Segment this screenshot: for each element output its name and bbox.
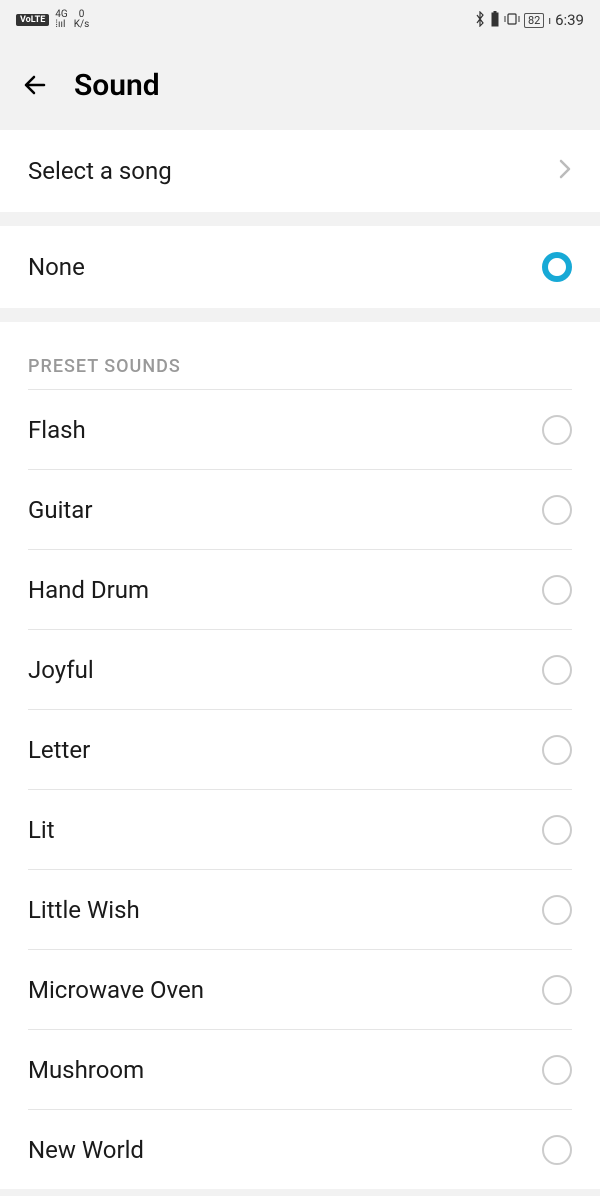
volte-badge: VoLTE <box>16 14 49 26</box>
battery-percentage: 82 <box>524 13 544 28</box>
preset-item-label: Guitar <box>28 496 92 524</box>
chevron-right-icon <box>558 158 572 184</box>
radio-icon <box>542 1055 572 1085</box>
vibrate-icon <box>504 12 520 29</box>
preset-item[interactable]: New World <box>28 1109 572 1189</box>
preset-sounds-section: PRESET SOUNDS Flash Guitar Hand Drum Joyful… <box>0 322 600 1189</box>
preset-item-label: Letter <box>28 736 90 764</box>
preset-item[interactable]: Joyful <box>28 629 572 709</box>
radio-icon <box>542 1135 572 1165</box>
status-left: VoLTE 4G ⁞ııl 0 K/s <box>16 10 89 30</box>
preset-item-label: Microwave Oven <box>28 976 204 1004</box>
signal-bars-icon: ⁞ııl <box>55 20 65 30</box>
radio-icon <box>542 575 572 605</box>
preset-sounds-header: PRESET SOUNDS <box>0 342 600 389</box>
radio-selected-icon <box>542 252 572 282</box>
status-right: 82 ı 6:39 <box>474 11 584 30</box>
preset-list: Flash Guitar Hand Drum Joyful Letter Lit Littl… <box>0 389 600 1189</box>
radio-icon <box>542 415 572 445</box>
select-song-label: Select a song <box>28 157 172 185</box>
speed-unit: K/s <box>74 20 90 30</box>
preset-item[interactable]: Lit <box>28 789 572 869</box>
preset-item-label: Little Wish <box>28 896 140 924</box>
header: Sound <box>0 40 600 130</box>
preset-item-label: Hand Drum <box>28 576 149 604</box>
signal-indicator: 4G ⁞ııl <box>55 10 67 30</box>
radio-icon <box>542 495 572 525</box>
battery-tip-icon: ı <box>548 14 551 27</box>
back-button[interactable] <box>20 70 50 100</box>
radio-icon <box>542 975 572 1005</box>
preset-item-label: Joyful <box>28 656 94 684</box>
network-speed: 0 K/s <box>74 10 90 30</box>
radio-icon <box>542 655 572 685</box>
battery-icon <box>490 11 500 30</box>
none-option-label: None <box>28 253 85 281</box>
status-bar: VoLTE 4G ⁞ııl 0 K/s 82 ı 6:39 <box>0 0 600 40</box>
bluetooth-icon <box>474 11 486 30</box>
preset-item-label: Flash <box>28 416 86 444</box>
radio-icon <box>542 735 572 765</box>
radio-icon <box>542 895 572 925</box>
preset-item-label: New World <box>28 1136 144 1164</box>
preset-item[interactable]: Mushroom <box>28 1029 572 1109</box>
page-title: Sound <box>74 68 160 103</box>
none-option-row[interactable]: None <box>0 226 600 308</box>
section-gap <box>0 308 600 322</box>
preset-item[interactable]: Little Wish <box>28 869 572 949</box>
radio-icon <box>542 815 572 845</box>
section-gap <box>0 212 600 226</box>
clock-time: 6:39 <box>555 11 584 29</box>
select-song-row[interactable]: Select a song <box>0 130 600 212</box>
preset-item[interactable]: Hand Drum <box>28 549 572 629</box>
preset-item[interactable]: Letter <box>28 709 572 789</box>
preset-item[interactable]: Flash <box>28 389 572 469</box>
preset-item[interactable]: Guitar <box>28 469 572 549</box>
preset-item-label: Lit <box>28 816 55 844</box>
preset-item[interactable]: Microwave Oven <box>28 949 572 1029</box>
preset-item-label: Mushroom <box>28 1056 144 1084</box>
